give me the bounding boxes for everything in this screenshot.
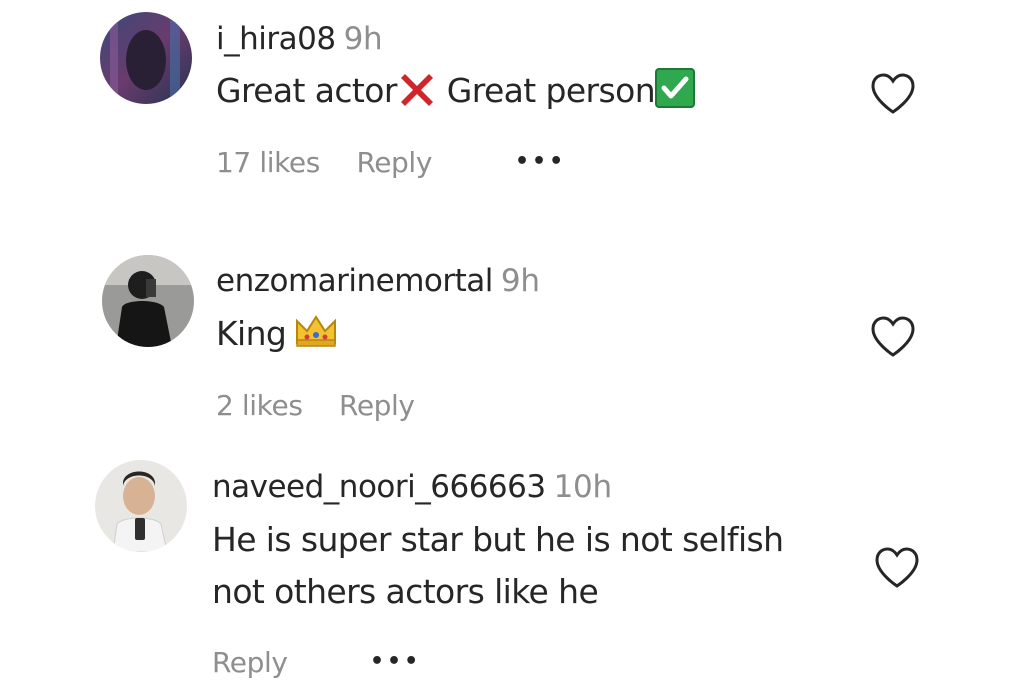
comment-text: Great actor Great person	[216, 65, 696, 117]
comment-meta: 2 likes Reply	[216, 389, 415, 422]
comment-text: He is super star but he is not selfish n…	[212, 514, 784, 618]
cross-mark-emoji-icon	[400, 74, 433, 106]
more-options-icon[interactable]: •••	[515, 149, 566, 174]
comment-time: 10h	[553, 469, 613, 505]
comment-username-line: enzomarinemortal 9h	[216, 263, 540, 299]
reply-button[interactable]: Reply	[212, 646, 288, 679]
comment-username-line: naveed_noori_666663 10h	[212, 469, 612, 505]
reply-button[interactable]: Reply	[356, 146, 432, 179]
avatar[interactable]	[95, 460, 187, 552]
comment-time: 9h	[500, 263, 540, 299]
likes-count[interactable]: 17 likes	[216, 146, 320, 179]
comment-meta: Reply	[212, 646, 288, 679]
comment-text-line: He is super star but he is not selfish	[212, 520, 784, 559]
comment-time: 9h	[343, 21, 383, 57]
reply-button[interactable]: Reply	[339, 389, 415, 422]
comment-text-line: not others actors like he	[212, 572, 599, 611]
username-link[interactable]: naveed_noori_666663	[212, 469, 546, 505]
more-options-icon[interactable]: •••	[370, 649, 421, 674]
comment-text: King	[216, 308, 338, 360]
avatar[interactable]	[100, 12, 192, 104]
comment-username-line: i_hira08 9h	[216, 21, 383, 57]
like-heart-icon[interactable]	[870, 73, 916, 115]
like-heart-icon[interactable]	[874, 547, 920, 589]
avatar[interactable]	[102, 255, 194, 347]
likes-count[interactable]: 2 likes	[216, 389, 303, 422]
username-link[interactable]: enzomarinemortal	[216, 263, 493, 299]
like-heart-icon[interactable]	[870, 316, 916, 358]
check-mark-button-emoji-icon	[655, 68, 696, 108]
crown-emoji-icon	[296, 315, 337, 347]
username-link[interactable]: i_hira08	[216, 21, 336, 57]
comment-meta: 17 likes Reply	[216, 146, 432, 179]
